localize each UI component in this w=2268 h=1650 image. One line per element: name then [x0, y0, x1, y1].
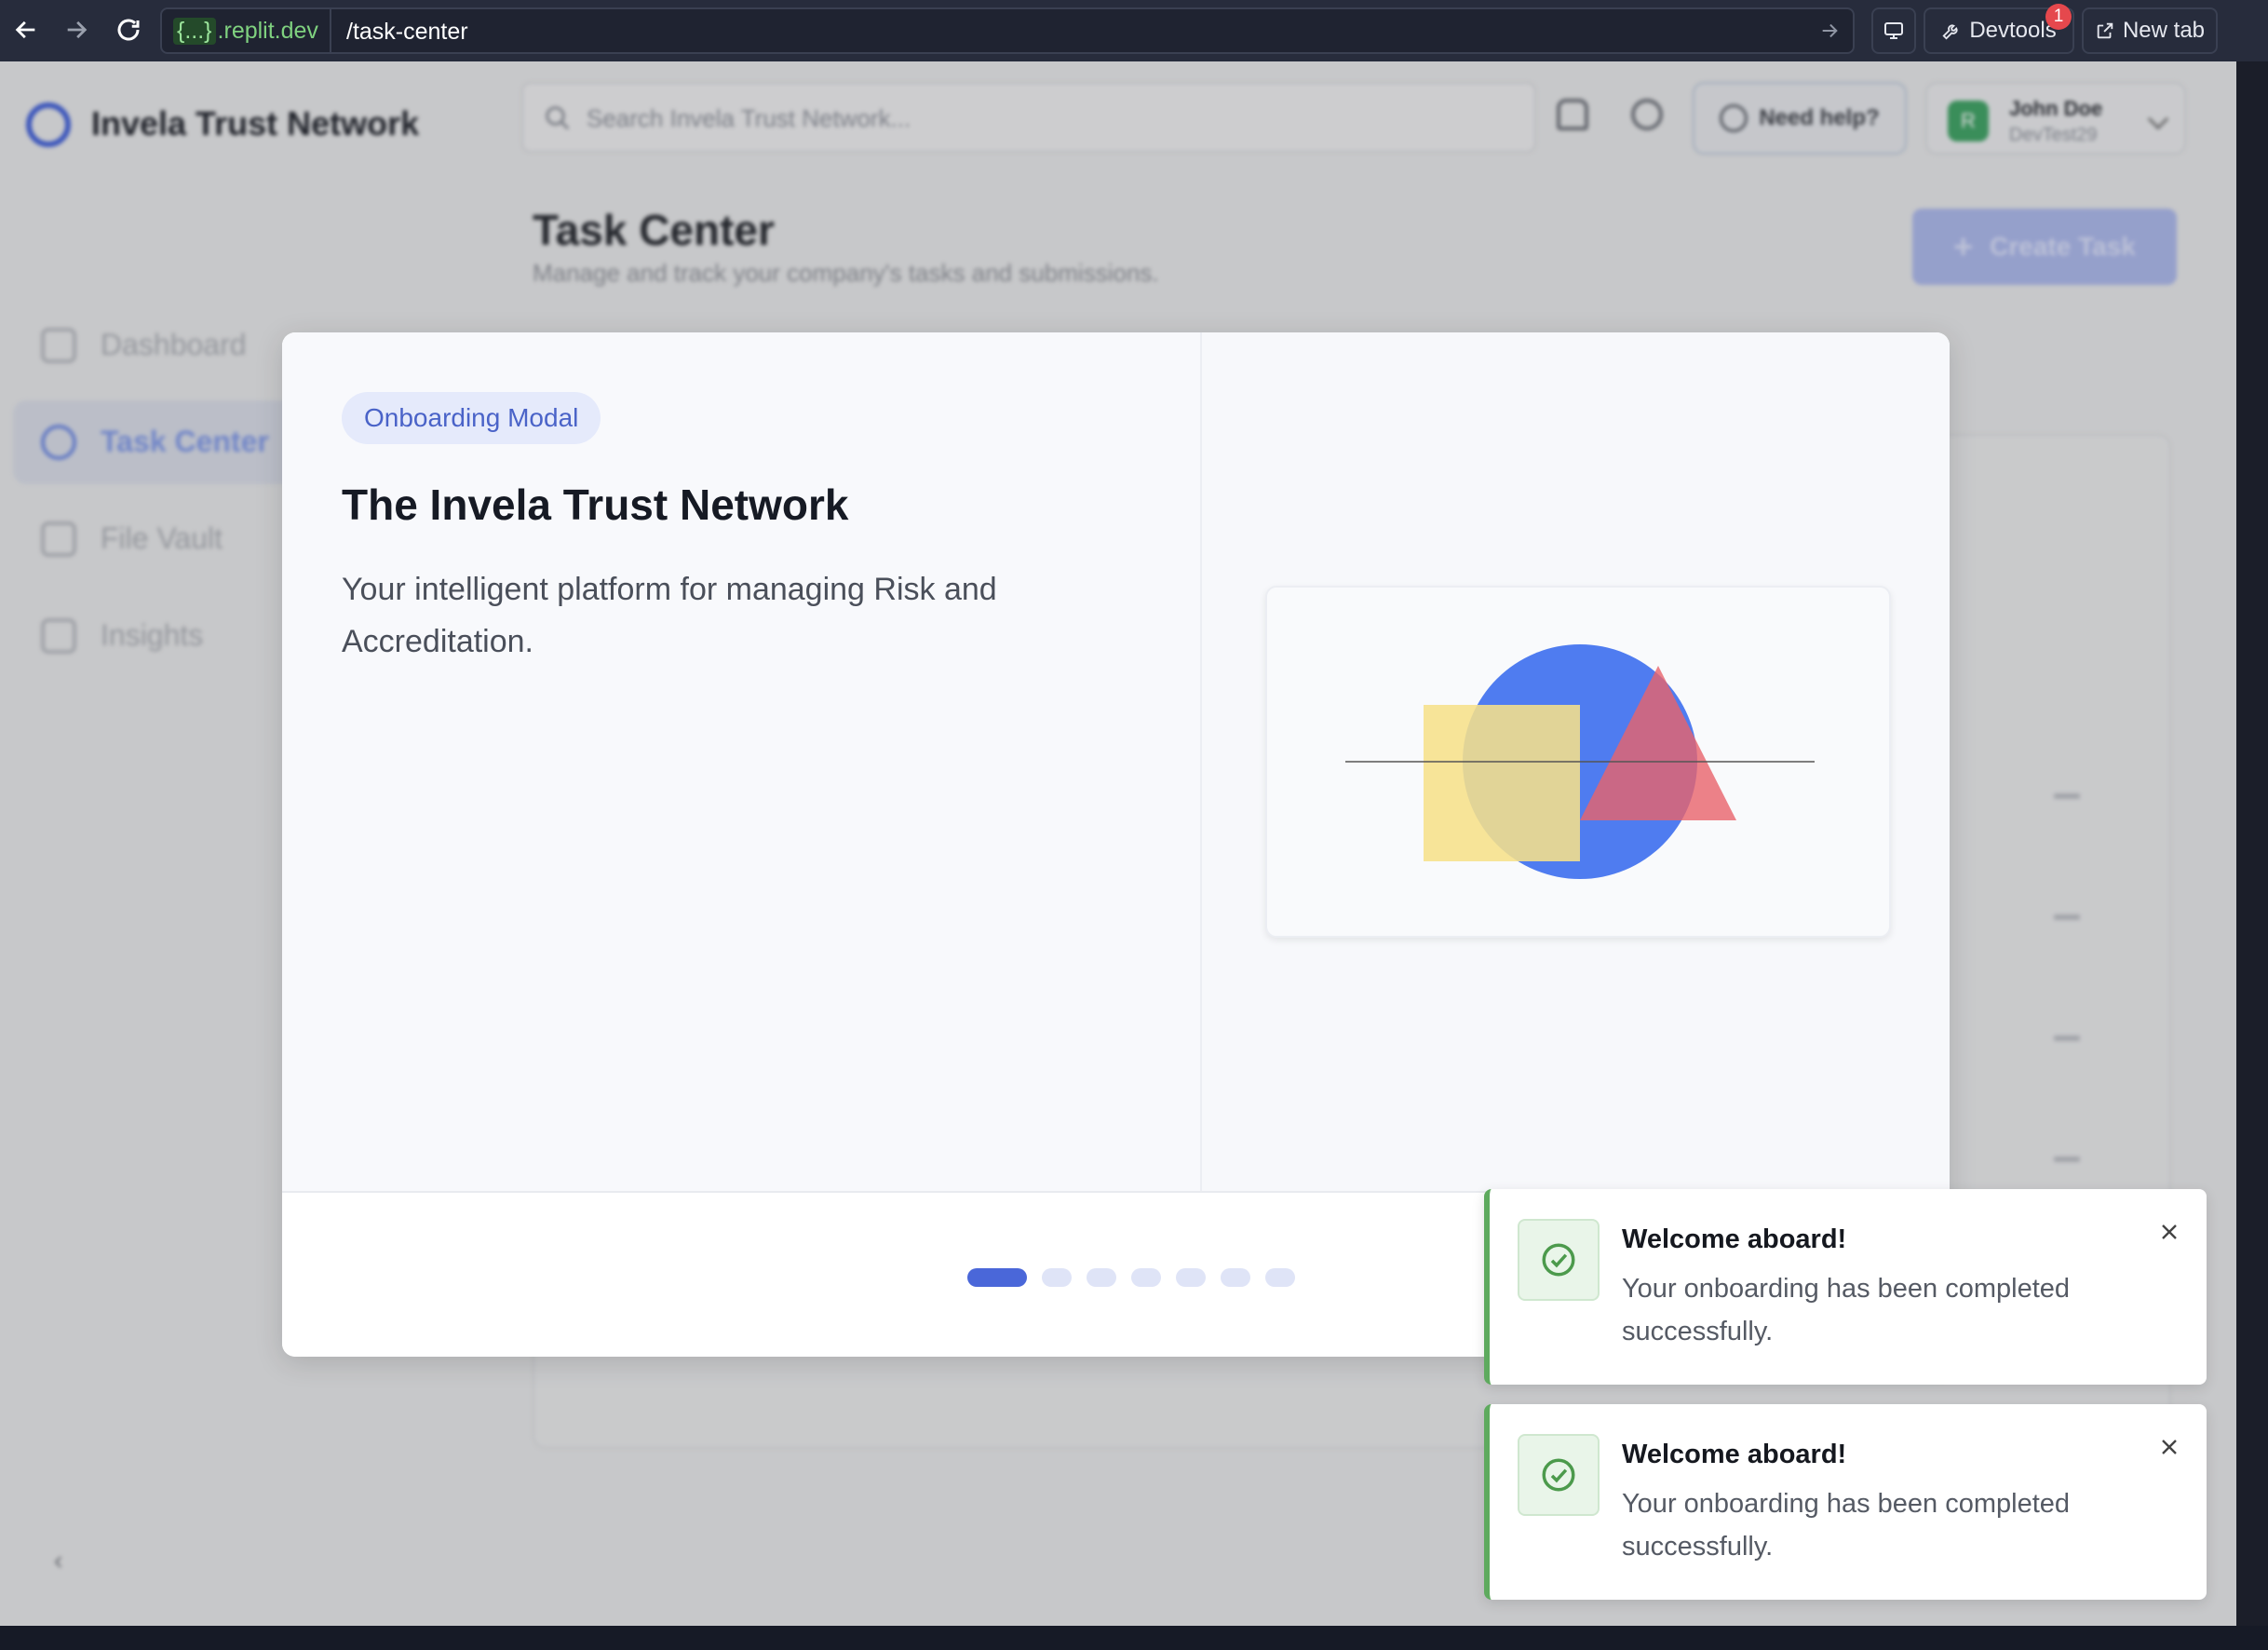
- modal-tag: Onboarding Modal: [342, 392, 601, 444]
- toast-title: Welcome aboard!: [1622, 1440, 1847, 1469]
- step-dot[interactable]: [1131, 1268, 1161, 1287]
- browser-toolbar: {...} .replit.dev /task-center Devtools 1…: [0, 0, 2268, 61]
- step-dot[interactable]: [1265, 1268, 1295, 1287]
- toast-title: Welcome aboard!: [1622, 1224, 1847, 1254]
- step-dot[interactable]: [1221, 1268, 1250, 1287]
- check-circle-icon: [1518, 1434, 1600, 1516]
- new-tab-label: New tab: [2122, 18, 2206, 43]
- illustration-card: [1265, 586, 1891, 938]
- step-dot-active[interactable]: [967, 1268, 1027, 1287]
- devtools-badge: 1: [2045, 4, 2072, 30]
- step-dot[interactable]: [1087, 1268, 1116, 1287]
- close-icon[interactable]: [2153, 1215, 2186, 1249]
- devtools-label: Devtools: [1969, 18, 2057, 43]
- go-arrow-icon[interactable]: [1819, 20, 1840, 46]
- toast-message: Your onboarding has been completed succe…: [1622, 1274, 2071, 1346]
- toast-message: Your onboarding has been completed succe…: [1622, 1489, 2071, 1562]
- window-bottom-edge: [0, 1626, 2268, 1650]
- close-icon[interactable]: [2153, 1430, 2186, 1464]
- url-host: {...} .replit.dev: [168, 16, 324, 46]
- forward-arrow-icon[interactable]: [60, 13, 93, 47]
- url-host-brace: {...}: [173, 17, 216, 45]
- url-divider: [330, 9, 331, 52]
- step-dot[interactable]: [1042, 1268, 1072, 1287]
- screen: {...} .replit.dev /task-center Devtools 1…: [0, 0, 2268, 1650]
- toast-notification: Welcome aboard! Your onboarding has been…: [1484, 1189, 2207, 1385]
- step-dot[interactable]: [1176, 1268, 1206, 1287]
- modal-content: Onboarding Modal The Invela Trust Networ…: [282, 332, 1200, 1191]
- back-arrow-icon[interactable]: [9, 13, 43, 47]
- check-circle-icon: [1518, 1219, 1600, 1301]
- reload-icon[interactable]: [112, 13, 145, 47]
- external-link-icon: [2097, 22, 2113, 39]
- shapes-illustration: [1345, 644, 1815, 879]
- url-host-domain: .replit.dev: [217, 17, 318, 44]
- modal-title: The Invela Trust Network: [342, 480, 849, 529]
- modal-description: Your intelligent platform for managing R…: [342, 572, 997, 659]
- toast-notification: Welcome aboard! Your onboarding has been…: [1484, 1404, 2207, 1600]
- new-tab-button[interactable]: New tab: [2082, 7, 2218, 54]
- wrench-icon: [1942, 24, 1958, 40]
- step-indicator: [967, 1267, 1295, 1288]
- url-path: /task-center: [346, 19, 468, 45]
- illustration-square: [1424, 705, 1580, 861]
- address-bar[interactable]: {...} .replit.dev /task-center: [160, 7, 1855, 54]
- scrollbar-track: [2236, 61, 2268, 1626]
- monitor-icon[interactable]: [1871, 7, 1916, 54]
- modal-illustration-panel: [1200, 332, 1950, 1191]
